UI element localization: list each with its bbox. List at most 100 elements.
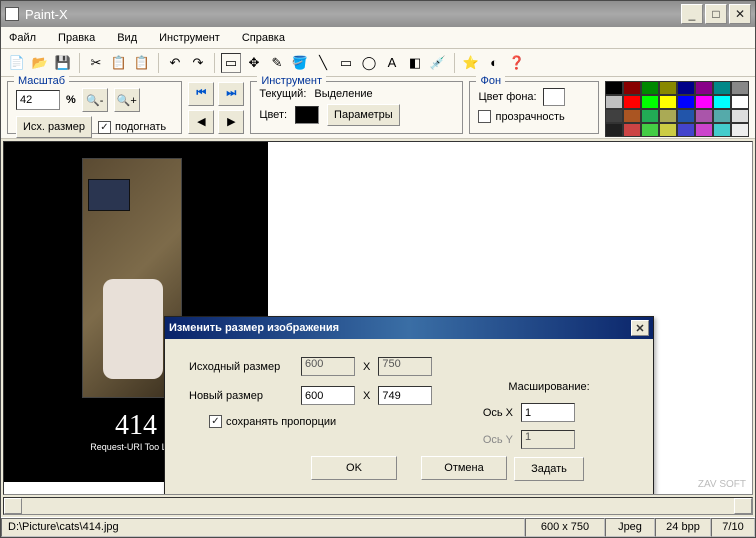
bg-color-lbl: Цвет фона: [478,91,536,103]
palette-swatch[interactable] [641,81,659,95]
minimize-button[interactable]: _ [681,4,703,24]
palette-swatch[interactable] [695,109,713,123]
picker-icon[interactable]: 💉 [428,53,448,73]
new-width-input[interactable] [301,386,355,405]
palette-swatch[interactable] [677,95,695,109]
next-icon[interactable]: ▶ [218,110,244,134]
redo-icon[interactable]: ↷ [188,53,208,73]
zoom-legend: Масштаб [14,75,69,87]
palette-swatch[interactable] [731,81,749,95]
help-icon[interactable]: ❓ [507,53,527,73]
bg-legend: Фон [476,75,505,87]
palette-swatch[interactable] [641,109,659,123]
fill-icon[interactable]: 🪣 [290,53,310,73]
palette-swatch[interactable] [641,95,659,109]
menu-edit[interactable]: Правка [58,32,95,44]
scale-y-input: 1 [521,430,575,449]
scroll-right-icon[interactable] [734,498,752,514]
palette-swatch[interactable] [713,95,731,109]
new-height-input[interactable] [378,386,432,405]
palette-swatch[interactable] [659,81,677,95]
prev-icon[interactable]: ◀ [188,110,214,134]
text-icon[interactable]: A [382,53,402,73]
menu-help[interactable]: Справка [242,32,285,44]
menu-tool[interactable]: Инструмент [159,32,220,44]
effect-icon[interactable]: ◐ [484,53,504,73]
copy-icon[interactable]: 📋 [109,53,129,73]
status-path: D:\Picture\cats\414.jpg [1,518,525,537]
dialog-titlebar[interactable]: Изменить размер изображения ✕ [165,317,653,339]
star-icon[interactable]: ⭐ [461,53,481,73]
open-icon[interactable]: 📂 [30,53,50,73]
status-page: 7/10 [711,518,755,537]
palette-swatch[interactable] [659,109,677,123]
paste-icon[interactable]: 📋 [132,53,152,73]
zoom-out-button[interactable]: 🔍- [82,88,108,112]
scale-x-input[interactable] [521,403,575,422]
palette-swatch[interactable] [623,123,641,137]
palette-swatch[interactable] [713,109,731,123]
set-scale-button[interactable]: Задать [514,457,584,481]
x-sep-2: X [363,390,370,402]
zoom-reset-button[interactable]: Исх. размер [16,116,92,138]
h-scrollbar[interactable] [3,497,753,515]
palette-swatch[interactable] [623,81,641,95]
palette-swatch[interactable] [695,81,713,95]
palette-swatch[interactable] [695,123,713,137]
canvas-area[interactable]: 414 Request-URI Too Long Изменить размер… [3,141,753,495]
palette-swatch[interactable] [605,123,623,137]
cut-icon[interactable]: ✂ [86,53,106,73]
rect-icon[interactable]: ▭ [336,53,356,73]
zoom-input[interactable] [16,90,60,110]
palette-swatch[interactable] [623,109,641,123]
palette-swatch[interactable] [659,123,677,137]
last-icon[interactable]: ⏭ [218,82,244,106]
tool-params-button[interactable]: Параметры [327,104,400,126]
maximize-button[interactable]: □ [705,4,727,24]
status-bpp: 24 bpp [655,518,711,537]
line-icon[interactable]: ╲ [313,53,333,73]
titlebar: Paint-X _ □ ✕ [1,1,755,27]
ellipse-icon[interactable]: ◯ [359,53,379,73]
palette-swatch[interactable] [677,109,695,123]
palette-swatch[interactable] [677,123,695,137]
src-width: 600 [301,357,355,376]
palette-swatch[interactable] [641,123,659,137]
scroll-left-icon[interactable] [4,498,22,514]
palette-swatch[interactable] [695,95,713,109]
palette-swatch[interactable] [731,123,749,137]
scale-legend: Масширование: [469,381,629,393]
palette-swatch[interactable] [677,81,695,95]
palette-swatch[interactable] [659,95,677,109]
fg-color-swatch[interactable] [295,106,319,124]
bg-trans-checkbox[interactable]: прозрачность [478,110,590,123]
menu-file[interactable]: Файл [9,32,36,44]
palette-swatch[interactable] [713,81,731,95]
select-icon[interactable]: ▭ [221,53,241,73]
menu-view[interactable]: Вид [117,32,137,44]
new-icon[interactable]: 📄 [7,53,27,73]
palette-swatch[interactable] [623,95,641,109]
palette-swatch[interactable] [605,109,623,123]
palette-swatch[interactable] [713,123,731,137]
keep-ratio-checkbox[interactable]: ✓ сохранять пропорции [209,415,336,428]
palette-swatch[interactable] [731,95,749,109]
pencil-icon[interactable]: ✎ [267,53,287,73]
palette-swatch[interactable] [731,109,749,123]
move-icon[interactable]: ✥ [244,53,264,73]
ok-button[interactable]: OK [311,456,397,480]
bg-color-swatch[interactable] [543,88,565,106]
first-icon[interactable]: ⏮ [188,82,214,106]
statusbar: D:\Picture\cats\414.jpg 600 x 750 Jpeg 2… [1,517,755,537]
save-icon[interactable]: 💾 [53,53,73,73]
fit-checkbox[interactable]: ✓ подогнать [98,121,166,134]
undo-icon[interactable]: ↶ [165,53,185,73]
close-button[interactable]: ✕ [729,4,751,24]
zoom-in-button[interactable]: 🔍+ [114,88,140,112]
eraser-icon[interactable]: ◧ [405,53,425,73]
palette-swatch[interactable] [605,95,623,109]
dialog-title: Изменить размер изображения [169,322,631,334]
fit-check-icon: ✓ [98,121,111,134]
dialog-close-button[interactable]: ✕ [631,320,649,336]
palette-swatch[interactable] [605,81,623,95]
